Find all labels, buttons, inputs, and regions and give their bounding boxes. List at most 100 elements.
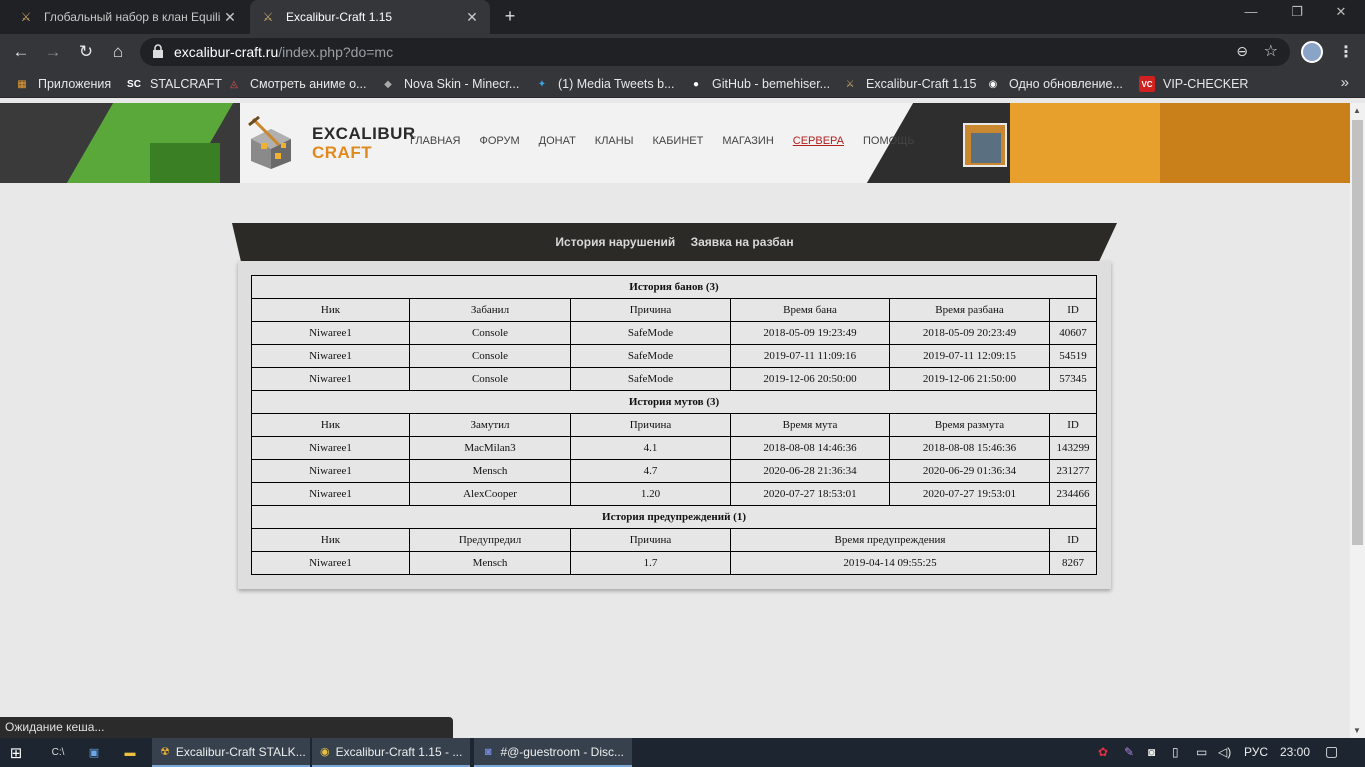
table-cell: 2019-04-14 09:55:25	[730, 551, 1050, 575]
language-indicator[interactable]: РУС	[1244, 745, 1268, 759]
minimize-button[interactable]: —	[1228, 4, 1274, 26]
scroll-up-icon[interactable]: ▲	[1353, 106, 1361, 115]
reload-icon[interactable]: ↻	[75, 41, 97, 63]
table-row: Niwaree1 Mensch 1.7 2019-04-14 09:55:25 8267	[251, 551, 1097, 575]
header-decoration	[1160, 103, 1350, 183]
back-icon[interactable]: ←	[10, 41, 32, 63]
new-tab-button[interactable]: +	[500, 6, 520, 28]
table-cell: Niwaree1	[251, 482, 410, 506]
table-cell: Niwaree1	[251, 459, 410, 483]
table-cell: 40607	[1049, 321, 1097, 345]
nav-home[interactable]: ГЛАВНАЯ	[410, 135, 460, 147]
section-title-row: История банов (3)	[251, 275, 1097, 299]
scroll-thumb[interactable]	[1352, 120, 1363, 545]
table-cell: 54519	[1049, 344, 1097, 368]
scroll-down-icon[interactable]: ▼	[1353, 726, 1361, 735]
violations-history-link[interactable]: История нарушений	[555, 235, 675, 249]
user-avatar[interactable]	[963, 123, 1007, 167]
table-cell: 2018-08-08 15:46:36	[889, 436, 1050, 460]
terminal-icon[interactable]: C:\	[50, 738, 72, 767]
profile-avatar[interactable]	[1301, 41, 1323, 63]
bookmark-stalcraft[interactable]: SC STALCRAFT	[126, 75, 222, 93]
bookmark-nova-skin[interactable]: ◆ Nova Skin - Minecr...	[380, 75, 519, 93]
nav-help[interactable]: ПОМОЩЬ	[863, 135, 915, 147]
bookmark-media-tweets[interactable]: ✦ (1) Media Tweets b...	[534, 75, 675, 93]
table-cell: 2018-05-09 19:23:49	[730, 321, 890, 345]
windows-taskbar: ⊞ C:\ ▣ ▬ ☢ Excalibur-Craft STALK... ◉ Exc…	[0, 738, 1365, 767]
page-scrollbar[interactable]: ▲ ▼	[1350, 103, 1365, 738]
more-bookmarks-icon[interactable]: »	[1341, 74, 1349, 91]
table-cell: 2018-08-08 14:46:36	[730, 436, 890, 460]
table-cell: 57345	[1049, 367, 1097, 391]
avatar-face	[971, 133, 1001, 163]
bookmark-github[interactable]: ● GitHub - bemehiser...	[688, 75, 830, 93]
bookmark-star-icon[interactable]: ☆	[1264, 41, 1278, 61]
nav-donate[interactable]: ДОНАТ	[539, 135, 576, 147]
panel-header: История нарушений Заявка на разбан	[232, 223, 1117, 261]
column-header: ID	[1049, 413, 1097, 437]
table-cell: 4.7	[570, 459, 731, 483]
page-viewport: EXCALIBUR CRAFT ГЛАВНАЯ ФОРУМ ДОНАТ КЛАН…	[0, 103, 1350, 738]
browser-toolbar: ← → ↻ ⌂ excalibur-craft.ru/index.php?do=…	[0, 34, 1365, 70]
home-icon[interactable]: ⌂	[107, 41, 129, 63]
tray-discord-icon[interactable]: ◙	[1148, 745, 1155, 759]
zoom-icon[interactable]: ⊖	[1236, 43, 1248, 60]
bookmark-excalibur[interactable]: ⚔ Excalibur-Craft 1.15	[842, 75, 977, 93]
logo-icon[interactable]	[247, 115, 295, 169]
restore-button[interactable]: ❐	[1274, 4, 1320, 26]
bookmark-anime[interactable]: ◬ Смотреть аниме о...	[226, 75, 366, 93]
table-cell: 231277	[1049, 459, 1097, 483]
logo-text[interactable]: EXCALIBUR	[312, 124, 416, 144]
site-nav: ГЛАВНАЯ ФОРУМ ДОНАТ КЛАНЫ КАБИНЕТ МАГАЗИ…	[410, 135, 934, 147]
nav-servers[interactable]: СЕРВЕРА	[793, 135, 844, 147]
header-decoration	[150, 143, 220, 183]
column-header: Причина	[570, 413, 731, 437]
bookmark-vip-checker[interactable]: VC VIP-CHECKER	[1139, 75, 1248, 93]
file-explorer-icon[interactable]: ▬	[122, 738, 144, 767]
taskbar-chrome[interactable]: ◉ Excalibur-Craft 1.15 - ...	[312, 738, 470, 767]
table-cell: SafeMode	[570, 367, 731, 391]
usb-icon[interactable]: ▯	[1172, 745, 1179, 759]
table-cell: 2020-07-27 19:53:01	[889, 482, 1050, 506]
column-header: Ник	[251, 528, 410, 552]
nav-clans[interactable]: КЛАНЫ	[595, 135, 634, 147]
unban-request-link[interactable]: Заявка на разбан	[691, 235, 794, 249]
nav-cabinet[interactable]: КАБИНЕТ	[652, 135, 703, 147]
table-cell: 8267	[1049, 551, 1097, 575]
table-cell: Niwaree1	[251, 367, 410, 391]
close-window-button[interactable]: ✕	[1318, 4, 1364, 26]
start-icon[interactable]: ⊞	[8, 738, 30, 767]
logo-text[interactable]: CRAFT	[312, 143, 372, 163]
column-header: Время мута	[730, 413, 890, 437]
table-cell: 234466	[1049, 482, 1097, 506]
table-cell: 2020-06-28 21:36:34	[730, 459, 890, 483]
nav-shop[interactable]: МАГАЗИН	[722, 135, 773, 147]
lock-icon	[153, 44, 163, 58]
table-cell: Console	[409, 344, 571, 368]
control-panel-icon[interactable]: ▣	[86, 738, 108, 767]
bookmark-apps[interactable]: ▦ Приложения	[14, 75, 111, 93]
address-bar[interactable]: excalibur-craft.ru/index.php?do=mc ⊖ ☆	[140, 38, 1290, 66]
history-panel: История банов (3) Ник Забанил Причина Время …	[238, 261, 1111, 589]
column-header: Время размута	[889, 413, 1050, 437]
forward-icon[interactable]: →	[42, 41, 64, 63]
close-icon[interactable]: ✕	[464, 9, 480, 26]
bookmark-update[interactable]: ◉ Одно обновление...	[985, 75, 1123, 93]
taskbar-excalibur-app[interactable]: ☢ Excalibur-Craft STALK...	[152, 738, 310, 767]
tray-app-icon[interactable]: ✿	[1098, 745, 1108, 759]
tab-excalibur[interactable]: ⚔ Excalibur-Craft 1.15 ✕	[250, 0, 490, 34]
nav-forum[interactable]: ФОРУМ	[479, 135, 519, 147]
volume-icon[interactable]: ◁)	[1218, 745, 1231, 759]
site-header: EXCALIBUR CRAFT ГЛАВНАЯ ФОРУМ ДОНАТ КЛАН…	[0, 103, 1350, 183]
tab-clan-recruit[interactable]: ⚔ Глобальный набор в клан Equili ✕	[8, 0, 248, 34]
network-icon[interactable]: ▭	[1196, 745, 1207, 759]
twitter-icon: ✦	[537, 78, 547, 90]
notifications-icon[interactable]: ▢	[1325, 743, 1338, 760]
close-icon[interactable]: ✕	[222, 9, 238, 26]
tab-title: Глобальный набор в клан Equili	[44, 10, 221, 24]
tray-feather-icon[interactable]: ✎	[1124, 745, 1134, 759]
clock[interactable]: 23:00	[1280, 745, 1310, 759]
menu-dots-icon[interactable]: ⋮	[1338, 42, 1354, 62]
column-header: Время бана	[730, 298, 890, 322]
taskbar-discord[interactable]: ◙ #@-guestroom - Disc...	[474, 738, 632, 767]
